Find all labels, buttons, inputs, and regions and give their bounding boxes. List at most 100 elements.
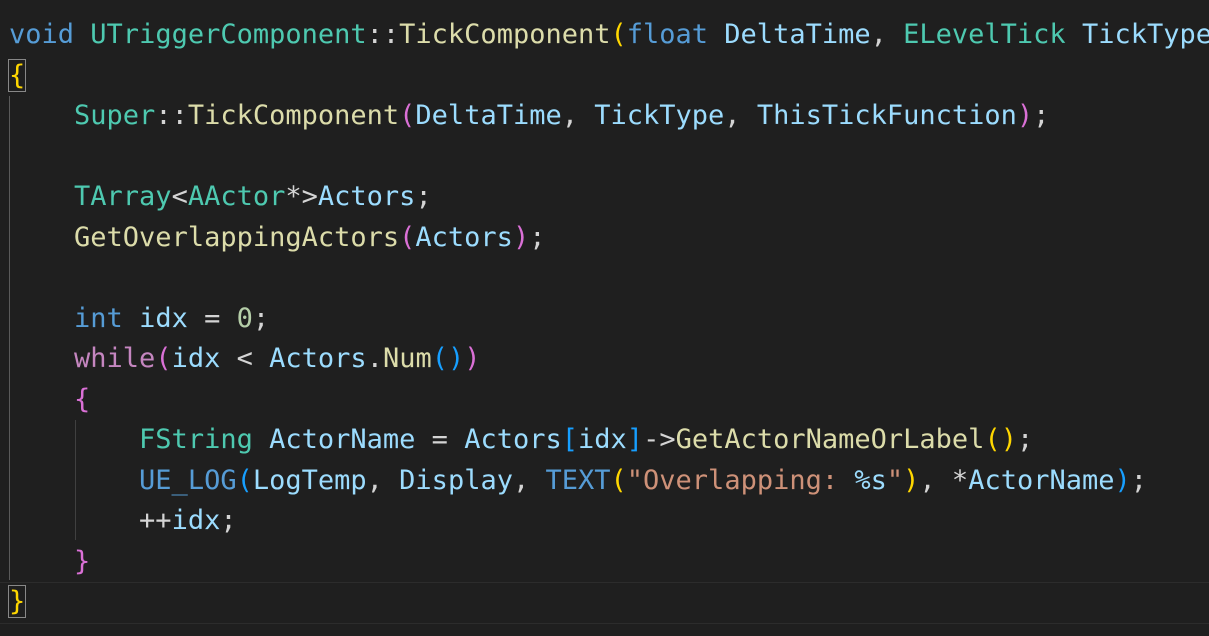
code-editor[interactable]: void UTriggerComponent::TickComponent(fl… bbox=[0, 0, 1209, 636]
keyword: float bbox=[626, 19, 709, 50]
punctuation bbox=[9, 181, 74, 212]
number-literal: 0 bbox=[236, 302, 253, 334]
macro: TEXT bbox=[545, 464, 611, 496]
bracket: ) bbox=[1114, 464, 1131, 496]
identifier: Actors bbox=[317, 181, 416, 212]
code-line-13[interactable]: ++idx; bbox=[9, 501, 237, 541]
punctuation: < bbox=[220, 343, 270, 374]
punctuation: ++ bbox=[9, 505, 172, 536]
identifier: TickType bbox=[1081, 19, 1209, 50]
code-line-14[interactable]: } bbox=[9, 542, 90, 582]
punctuation bbox=[9, 100, 74, 131]
bracket: () bbox=[984, 424, 1017, 455]
punctuation bbox=[9, 303, 74, 334]
string-literal: " bbox=[886, 464, 904, 496]
type-name: AActor bbox=[187, 181, 286, 212]
punctuation: *> bbox=[285, 181, 318, 212]
bracket: { bbox=[7, 58, 27, 92]
identifier: DeltaTime bbox=[415, 100, 562, 131]
code-line-3[interactable]: Super::TickComponent(DeltaTime, TickType… bbox=[9, 96, 1049, 136]
type-name: FString bbox=[139, 424, 253, 455]
bracket: { bbox=[74, 383, 91, 415]
punctuation: , bbox=[724, 100, 757, 131]
punctuation bbox=[708, 19, 724, 50]
identifier: idx bbox=[578, 424, 627, 455]
punctuation: , bbox=[870, 19, 904, 50]
function-name: GetOverlappingActors bbox=[74, 221, 400, 253]
function-name: GetActorNameOrLabel bbox=[675, 424, 985, 455]
code-line-2[interactable]: { bbox=[7, 56, 27, 96]
bracket: ) bbox=[903, 464, 920, 496]
bracket: () bbox=[431, 343, 465, 374]
punctuation: < bbox=[171, 181, 188, 212]
keyword: void bbox=[9, 19, 75, 50]
bracket: ) bbox=[464, 343, 481, 374]
code-line-6[interactable]: GetOverlappingActors(Actors); bbox=[9, 218, 545, 258]
identifier: Display bbox=[399, 464, 513, 496]
identifier: DeltaTime bbox=[724, 19, 871, 50]
type-name: Super bbox=[74, 100, 156, 131]
punctuation bbox=[9, 343, 74, 374]
identifier: ActorName bbox=[968, 464, 1115, 496]
punctuation bbox=[1066, 19, 1082, 50]
identifier: ThisTickFunction bbox=[756, 100, 1017, 131]
bracket: [ bbox=[561, 424, 579, 455]
punctuation: ; bbox=[220, 505, 237, 536]
punctuation: , * bbox=[919, 464, 969, 496]
punctuation: = bbox=[415, 424, 465, 455]
type-name: TArray bbox=[74, 181, 172, 212]
code-line-9[interactable]: while(idx < Actors.Num()) bbox=[9, 339, 481, 379]
bracket: ( bbox=[610, 464, 627, 496]
bracket: ( bbox=[399, 221, 416, 253]
punctuation: :: bbox=[366, 19, 400, 50]
code-line-8[interactable]: int idx = 0; bbox=[9, 299, 269, 339]
punctuation: ; bbox=[252, 302, 270, 334]
function-name: TickComponent bbox=[399, 19, 611, 50]
code-line-15[interactable]: } bbox=[7, 582, 27, 622]
identifier: ActorName bbox=[269, 424, 416, 455]
function-name: Num bbox=[382, 343, 432, 374]
function-name: TickComponent bbox=[187, 100, 400, 131]
punctuation bbox=[9, 222, 74, 253]
bracket: ) bbox=[1016, 100, 1034, 131]
identifier: Actors bbox=[464, 424, 562, 455]
macro: UE_LOG bbox=[139, 464, 237, 496]
code-line-1[interactable]: void UTriggerComponent::TickComponent(fl… bbox=[9, 15, 1209, 55]
punctuation: -> bbox=[643, 424, 676, 455]
punctuation: , bbox=[366, 464, 400, 496]
bracket: } bbox=[74, 545, 91, 577]
code-line-11[interactable]: FString ActorName = Actors[idx]->GetActo… bbox=[9, 420, 1033, 460]
bracket: ( bbox=[399, 100, 416, 131]
punctuation bbox=[9, 465, 139, 496]
punctuation bbox=[9, 424, 139, 455]
keyword: int bbox=[74, 302, 123, 334]
code-line-10[interactable]: { bbox=[9, 380, 90, 420]
identifier: Actors bbox=[269, 343, 367, 374]
punctuation: ; bbox=[529, 221, 546, 253]
bracket: ] bbox=[626, 424, 644, 455]
code-line-5[interactable]: TArray<AActor*>Actors; bbox=[9, 177, 432, 217]
current-line-highlight bbox=[0, 582, 1209, 624]
identifier: idx bbox=[171, 505, 221, 536]
punctuation: ; bbox=[1016, 424, 1034, 455]
punctuation: , bbox=[561, 100, 595, 131]
identifier: idx bbox=[171, 343, 221, 374]
punctuation: , bbox=[512, 464, 546, 496]
punctuation bbox=[253, 424, 269, 455]
code-line-12[interactable]: UE_LOG(LogTemp, Display, TEXT("Overlappi… bbox=[9, 461, 1147, 501]
type-name: UTriggerComponent bbox=[90, 19, 367, 50]
identifier: Actors bbox=[415, 221, 513, 253]
bracket: } bbox=[7, 585, 27, 618]
identifier: TickType bbox=[594, 100, 725, 131]
punctuation: ; bbox=[415, 181, 432, 212]
identifier: LogTemp bbox=[252, 464, 367, 496]
punctuation bbox=[9, 384, 74, 415]
type-name: ELevelTick bbox=[903, 19, 1066, 50]
punctuation bbox=[123, 303, 139, 334]
punctuation bbox=[9, 546, 74, 577]
punctuation: ; bbox=[1033, 100, 1050, 131]
bracket: ( bbox=[236, 464, 253, 496]
punctuation: :: bbox=[155, 100, 188, 131]
bracket: ( bbox=[155, 343, 172, 374]
bracket: ) bbox=[512, 221, 530, 253]
